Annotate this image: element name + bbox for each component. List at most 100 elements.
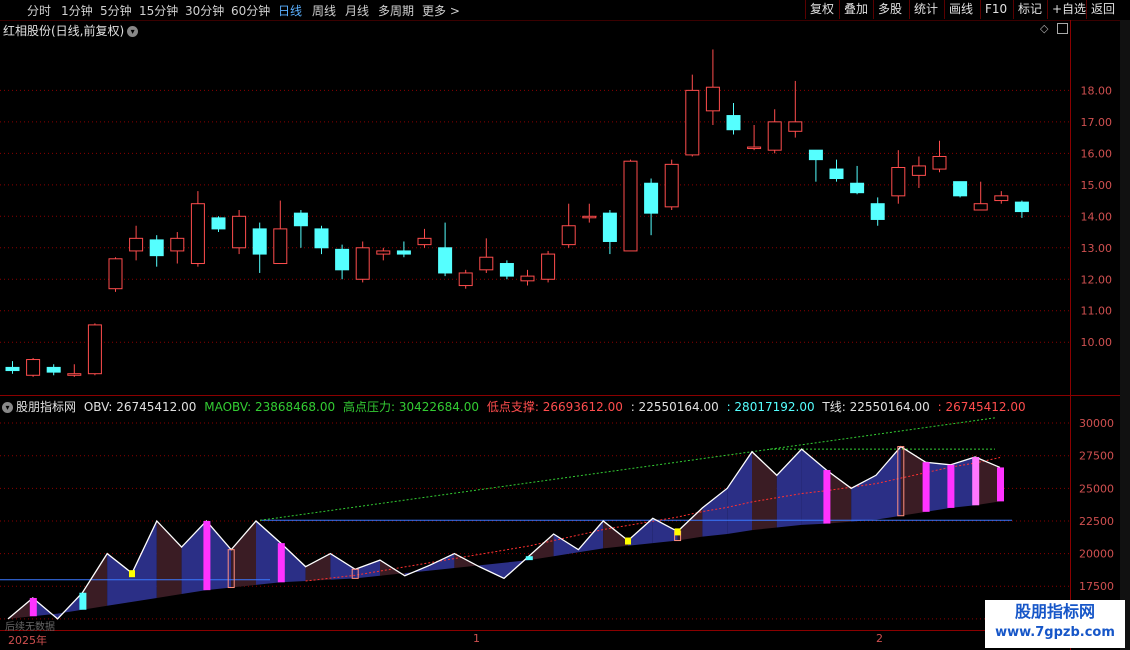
candle-body bbox=[376, 250, 391, 255]
obv-area-segment bbox=[305, 553, 331, 582]
candle-body bbox=[190, 203, 205, 265]
obv-tick-label: 25000 bbox=[1079, 482, 1114, 495]
candle-body bbox=[726, 115, 741, 131]
signal-bar bbox=[922, 462, 930, 512]
obv-tick-label: 30000 bbox=[1079, 417, 1114, 430]
signal-bar bbox=[823, 470, 831, 524]
indicator-name[interactable]: 股朋指标网 bbox=[16, 400, 76, 414]
candle-body bbox=[232, 215, 247, 249]
candle-body bbox=[5, 366, 20, 372]
candle-body bbox=[108, 258, 123, 290]
price-tick-label: 17.00 bbox=[1081, 116, 1113, 129]
candle-body bbox=[314, 228, 329, 249]
value-2: : 28017192.00 bbox=[726, 400, 815, 414]
price-tick-label: 13.00 bbox=[1081, 242, 1113, 255]
value-3: : 26745412.00 bbox=[937, 400, 1026, 414]
signal-bar bbox=[29, 597, 37, 617]
price-tick-label: 16.00 bbox=[1081, 147, 1113, 160]
obv-area-segment bbox=[727, 451, 752, 535]
date-year: 2025年 bbox=[8, 634, 47, 647]
candle-body bbox=[355, 247, 370, 280]
candle-body bbox=[396, 250, 411, 255]
candle-body bbox=[293, 212, 308, 227]
price-grid: 10.00 11.00 12.00 13.00 14.00 15.00 16.00 17.00… bbox=[0, 84, 1112, 349]
yellow-marker bbox=[625, 537, 631, 545]
signal-bar bbox=[997, 467, 1004, 502]
candle-body bbox=[891, 167, 906, 197]
candle-body bbox=[705, 86, 720, 112]
candle-body bbox=[973, 203, 988, 211]
candle-body bbox=[664, 163, 679, 208]
candle-body bbox=[808, 149, 823, 161]
indicator-header: ▾ 股朋指标网 OBV: 26745412.00 MAOBV: 23868468.… bbox=[2, 398, 1030, 415]
candle-body bbox=[149, 239, 164, 257]
obv-tick-label: 17500 bbox=[1079, 580, 1114, 593]
obv-tick-label: 27500 bbox=[1079, 450, 1114, 463]
candle-body bbox=[129, 237, 144, 252]
obv-value: OBV: 26745412.00 bbox=[83, 400, 197, 414]
candle-body bbox=[67, 373, 82, 376]
date-month-1: 1 bbox=[473, 632, 480, 645]
candles-group bbox=[5, 49, 1029, 377]
obv-area-segment bbox=[801, 449, 827, 525]
obv-area-segment bbox=[132, 520, 157, 602]
candle-body bbox=[747, 146, 762, 150]
candle-body bbox=[602, 212, 617, 242]
obv-group bbox=[0, 417, 1012, 620]
obv-area-segment bbox=[231, 520, 256, 588]
candle-body bbox=[994, 195, 1009, 202]
price-tick-label: 11.00 bbox=[1081, 305, 1113, 318]
candle-body bbox=[767, 121, 782, 151]
obv-area-segment bbox=[776, 449, 802, 528]
high-pressure-value: 高点压力: 30422684.00 bbox=[342, 400, 480, 414]
signal-bar bbox=[525, 556, 533, 561]
candle-body bbox=[335, 248, 350, 271]
candle-body bbox=[87, 324, 102, 375]
candle-body bbox=[561, 225, 576, 246]
candle-body bbox=[623, 160, 638, 252]
chart-canvas: 10.00 11.00 12.00 13.00 14.00 15.00 16.00 17.00… bbox=[0, 20, 1120, 650]
signal-bar bbox=[277, 543, 285, 583]
candle-body bbox=[685, 89, 700, 156]
candle-body bbox=[582, 215, 597, 219]
candle-body bbox=[644, 182, 659, 214]
candle-body bbox=[932, 155, 947, 170]
watermark: 股朋指标网 www.7gpzb.com bbox=[985, 600, 1125, 648]
obv-area-segment bbox=[876, 446, 901, 520]
candle-body bbox=[458, 272, 473, 287]
obv-tick-label: 22500 bbox=[1079, 515, 1114, 528]
candle-body bbox=[520, 275, 535, 282]
obv-area-segment bbox=[677, 507, 703, 541]
yellow-marker bbox=[129, 570, 135, 578]
candle-body bbox=[953, 181, 968, 197]
date-month-2: 2 bbox=[876, 632, 883, 645]
obv-area-segment bbox=[156, 520, 182, 598]
right-side-panel bbox=[1120, 20, 1130, 650]
no-data-note: 后续无数据 bbox=[5, 622, 55, 633]
candle-body bbox=[1014, 201, 1029, 213]
price-tick-label: 10.00 bbox=[1081, 336, 1113, 349]
price-tick-label: 14.00 bbox=[1081, 210, 1113, 223]
candle-body bbox=[46, 366, 61, 373]
t-line-value: T线: 22550164.00 bbox=[822, 400, 930, 414]
signal-bar bbox=[203, 520, 211, 591]
yellow-marker bbox=[674, 528, 681, 536]
obv-area-segment bbox=[702, 488, 728, 537]
watermark-title: 股朋指标网 bbox=[1014, 602, 1095, 621]
maobv-value: MAOBV: 23868468.00 bbox=[204, 400, 336, 414]
candle-body bbox=[417, 237, 432, 246]
candle-body bbox=[850, 182, 865, 194]
low-support-value: 低点支撑: 26693612.00 bbox=[486, 400, 623, 414]
obv-area-segment bbox=[603, 520, 628, 549]
candle-body bbox=[870, 203, 885, 220]
signal-bar bbox=[79, 592, 87, 610]
obv-area-segment bbox=[900, 446, 926, 516]
candle-body bbox=[788, 121, 803, 132]
obv-tick-label: 20000 bbox=[1079, 548, 1114, 561]
price-tick-label: 18.00 bbox=[1081, 84, 1113, 97]
candle-body bbox=[829, 168, 844, 180]
candle-body bbox=[170, 237, 185, 252]
chevron-down-icon[interactable]: ▾ bbox=[2, 402, 13, 413]
value-1: : 22550164.00 bbox=[630, 400, 719, 414]
obv-area-segment bbox=[355, 560, 380, 579]
